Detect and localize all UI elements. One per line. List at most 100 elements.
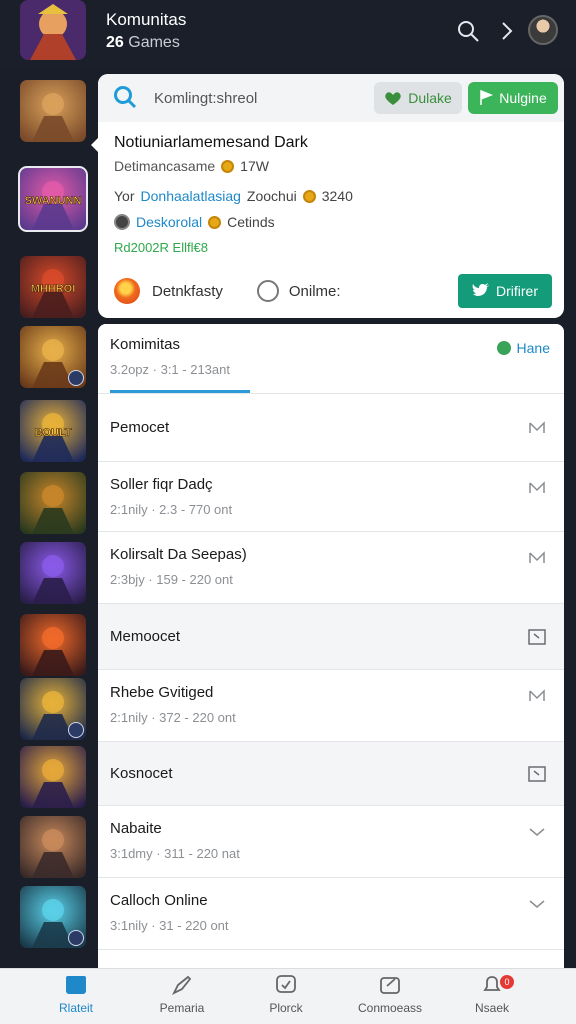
list-item[interactable]: Rhebe Gvitiged 2:1nily · 372 - 220 ont bbox=[98, 670, 564, 742]
heart-icon bbox=[385, 92, 401, 105]
svg-text:MHHROI: MHHROI bbox=[31, 283, 76, 295]
avatar[interactable] bbox=[528, 15, 558, 45]
nav-item-2[interactable]: Pemaria bbox=[134, 973, 230, 1015]
list-item[interactable]: Calloch Online 3:1nily · 31 - 220 ont bbox=[98, 878, 564, 950]
card-line-3: Deskorolal Cetinds bbox=[114, 214, 275, 230]
list-item[interactable]: Nabaite 3:1dmy · 311 - 220 nat bbox=[98, 806, 564, 878]
game-thumbnail[interactable]: SWANUNN bbox=[18, 166, 88, 232]
nav-item-label: Rlateit bbox=[58, 1001, 93, 1015]
coin-icon bbox=[221, 159, 235, 173]
game-count-number: 26 bbox=[106, 34, 124, 51]
game-art-icon bbox=[20, 80, 86, 142]
game-thumbnail[interactable]: BOULT bbox=[20, 400, 86, 462]
card-line-3-value: Cetinds bbox=[227, 214, 275, 230]
list-item-subtitle: 2:3bjy · 159 - 220 ont bbox=[110, 572, 233, 587]
list-item-title: Kolirsalt Da Seepas) bbox=[110, 546, 247, 563]
status-text: Rd2002R Ellfl€8 bbox=[114, 240, 208, 255]
list-item[interactable]: Soller fiqr Dadç 2:1nily · 2.3 - 770 ont bbox=[98, 462, 564, 532]
game-thumbnail[interactable] bbox=[20, 886, 86, 948]
coin-icon bbox=[208, 215, 222, 229]
mail-icon[interactable] bbox=[528, 550, 546, 566]
game-art-icon bbox=[20, 746, 86, 808]
checkbox-icon[interactable] bbox=[528, 629, 546, 645]
chevron-down-icon[interactable] bbox=[528, 824, 546, 840]
game-thumbnail[interactable] bbox=[20, 472, 86, 534]
nav-item-3[interactable]: Plorck bbox=[238, 973, 334, 1015]
chevron-right-icon[interactable] bbox=[498, 20, 516, 42]
app-header: Komunitas 26 Games bbox=[0, 0, 576, 66]
home-icon bbox=[66, 976, 86, 994]
green-action-button[interactable]: Nulgine bbox=[468, 82, 558, 114]
twitter-button[interactable]: Drifirer bbox=[458, 274, 552, 308]
list-item[interactable]: Pemocet bbox=[98, 394, 564, 462]
bird-icon bbox=[472, 283, 489, 296]
radio-unselected-icon[interactable] bbox=[256, 280, 279, 302]
list-item-subtitle: 3:1dmy · 311 - 220 nat bbox=[110, 846, 240, 861]
nav-item-1[interactable]: Rlateit bbox=[28, 973, 124, 1015]
chevron-down-icon[interactable] bbox=[528, 896, 546, 912]
list-item-title: Pemocet bbox=[110, 419, 170, 436]
user-avatar-icon bbox=[114, 214, 130, 230]
game-thumbnail[interactable] bbox=[20, 80, 86, 142]
home-link[interactable]: Hane bbox=[496, 340, 550, 356]
nav-item-4[interactable]: Conmoeass bbox=[342, 973, 438, 1015]
search-input[interactable] bbox=[154, 86, 354, 110]
game-badge-icon bbox=[68, 722, 84, 738]
radio-option-1-label[interactable]: Detnkfasty bbox=[152, 283, 223, 300]
game-count: 26 Games bbox=[106, 34, 180, 52]
list-item[interactable]: Kolirsalt Da Seepas) 2:3bjy · 159 - 220 o… bbox=[98, 532, 564, 604]
search-bar: Dulake Nulgine bbox=[98, 74, 564, 122]
compass-icon bbox=[380, 977, 400, 994]
list-item-subtitle: 2:1nily · 2.3 - 770 ont bbox=[110, 502, 233, 517]
list-item-title: Kosnocet bbox=[110, 765, 173, 782]
header-game-thumbnail[interactable] bbox=[20, 0, 86, 60]
list-item-partial[interactable] bbox=[98, 950, 564, 968]
list-item-subtitle: 3:1nily · 31 - 220 ont bbox=[110, 918, 229, 933]
list-item[interactable]: Kosnocet bbox=[98, 742, 564, 806]
active-underline bbox=[110, 390, 250, 393]
card-line-2-link[interactable]: Donhaalatlasiag bbox=[141, 188, 241, 204]
game-art-icon bbox=[20, 816, 86, 878]
game-thumbnail[interactable] bbox=[20, 326, 86, 388]
twitter-button-label: Drifirer bbox=[496, 283, 538, 299]
notification-badge: 0 bbox=[500, 975, 514, 989]
checkbox-icon[interactable] bbox=[528, 766, 546, 782]
list-header-sub: 3.2opz · 3:1 - 213ant bbox=[110, 362, 230, 377]
list-item-subtitle: 2:1nily · 372 - 220 ont bbox=[110, 710, 236, 725]
game-thumbnail[interactable] bbox=[20, 746, 86, 808]
status-radio-group: Detnkfasty Onilme: bbox=[114, 278, 341, 304]
svg-text:BOULT: BOULT bbox=[34, 427, 71, 439]
radio-option-2-label[interactable]: Onilme: bbox=[289, 283, 341, 300]
card-line-3-link[interactable]: Deskorolal bbox=[136, 214, 202, 230]
game-art-icon: BOULT bbox=[20, 400, 86, 462]
mail-icon[interactable] bbox=[528, 480, 546, 496]
nav-item-label: Conmoeass bbox=[357, 1001, 423, 1015]
search-icon[interactable] bbox=[112, 84, 138, 110]
game-thumbnail[interactable] bbox=[20, 816, 86, 878]
list-header-row[interactable]: Komimitas 3.2opz · 3:1 - 213ant Hane bbox=[98, 324, 564, 394]
nav-item-5[interactable]: Nsaek 0 bbox=[444, 973, 540, 1015]
page-title: Komunitas bbox=[106, 10, 187, 29]
chat-icon bbox=[276, 975, 296, 993]
game-thumbnail[interactable] bbox=[20, 542, 86, 604]
game-thumbnail[interactable]: MHHROI bbox=[20, 256, 86, 318]
home-link-label: Hane bbox=[516, 340, 550, 356]
mail-icon[interactable] bbox=[528, 688, 546, 704]
like-button[interactable]: Dulake bbox=[374, 82, 462, 114]
card-line-2-value: 3240 bbox=[321, 188, 353, 204]
game-art-icon bbox=[20, 0, 86, 60]
game-art-icon bbox=[20, 472, 86, 534]
card-line-2: Yor Donhaalatlasiag Zoochui 3240 bbox=[114, 188, 353, 204]
mail-icon[interactable] bbox=[528, 420, 546, 436]
bottom-nav: Rlateit Pemaria Plorck Conmoeass Nsaek 0 bbox=[0, 968, 576, 1024]
game-thumbnail[interactable] bbox=[20, 678, 86, 740]
search-icon[interactable] bbox=[456, 19, 480, 43]
game-count-label: Games bbox=[128, 34, 180, 51]
list-item[interactable]: Memoocet bbox=[98, 604, 564, 670]
list-header-title: Komimitas bbox=[110, 336, 181, 353]
nav-item-label: Plorck bbox=[269, 1001, 303, 1015]
radio-selected-fire-icon[interactable] bbox=[114, 278, 140, 304]
pen-icon bbox=[171, 975, 192, 996]
card-line-2-prefix: Yor bbox=[114, 188, 135, 204]
game-thumbnail[interactable] bbox=[20, 614, 86, 676]
